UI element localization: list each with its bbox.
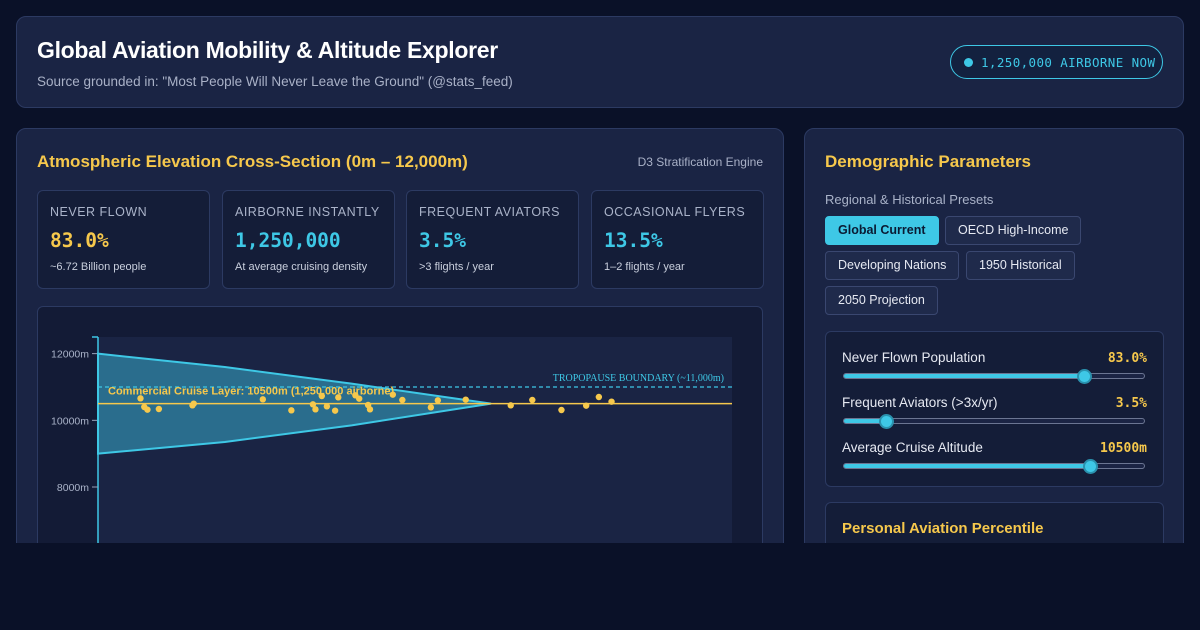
source-subtitle: Source grounded in: "Most People Will Ne… <box>37 74 513 89</box>
y-tick-label: 12000m <box>51 349 89 361</box>
demographic-panel-title: Demographic Parameters <box>825 152 1031 171</box>
aircraft-point <box>529 396 536 404</box>
aircraft-point <box>558 406 565 414</box>
slider-label: Never Flown Population <box>842 350 986 365</box>
percentile-title: Personal Aviation Percentile <box>842 520 1044 537</box>
slider-thumb[interactable] <box>1083 459 1098 474</box>
stat-card-label: AIRBORNE INSTANTLY <box>235 205 380 219</box>
stat-card-label: NEVER FLOWN <box>50 205 148 219</box>
airborne-status-text: 1,250,000 AIRBORNE NOW <box>981 54 1156 70</box>
slider-value: 83.0% <box>1107 351 1147 366</box>
stat-cards: NEVER FLOWN 83.0% ~6.72 Billion people A… <box>37 190 764 289</box>
aircraft-point <box>462 396 469 403</box>
stat-card-frequent: FREQUENT AVIATORS 3.5% >3 flights / year <box>406 190 579 289</box>
elevation-panel-title: Atmospheric Elevation Cross-Section (0m … <box>37 152 468 171</box>
never-flown-slider[interactable] <box>843 369 1145 384</box>
stat-card-label: FREQUENT AVIATORS <box>419 205 560 219</box>
live-indicator-icon <box>964 57 973 67</box>
aircraft-point <box>434 397 442 404</box>
stat-card-note: >3 flights / year <box>419 261 494 273</box>
stat-card-note: 1–2 flights / year <box>604 261 685 273</box>
aircraft-point <box>507 402 514 409</box>
aircraft-point <box>144 406 151 413</box>
presets-label: Regional & Historical Presets <box>825 192 994 207</box>
slider-label: Average Cruise Altitude <box>842 440 983 455</box>
preset-oecd-button[interactable]: OECD High-Income <box>945 216 1082 245</box>
demographic-panel: Demographic Parameters Regional & Histor… <box>804 128 1184 543</box>
slider-thumb[interactable] <box>1077 369 1092 384</box>
parameter-sliders: Never Flown Population 83.0% Frequent Av… <box>825 331 1164 487</box>
preset-global-current-button[interactable]: Global Current <box>825 216 939 245</box>
aircraft-point <box>399 396 406 404</box>
cruise-altitude-slider[interactable] <box>843 459 1145 474</box>
app-header: Global Aviation Mobility & Altitude Expl… <box>16 16 1184 108</box>
stat-card-never-flown: NEVER FLOWN 83.0% ~6.72 Billion people <box>37 190 210 289</box>
aircraft-point <box>582 402 590 409</box>
preset-developing-button[interactable]: Developing Nations <box>825 251 960 280</box>
stat-card-value: 13.5% <box>604 229 663 252</box>
slider-cruise-altitude: Average Cruise Altitude 10500m <box>842 440 1147 476</box>
slider-frequent-aviators: Frequent Aviators (>3x/yr) 3.5% <box>842 395 1147 431</box>
preset-2050-button[interactable]: 2050 Projection <box>825 286 938 315</box>
slider-value: 3.5% <box>1115 396 1147 411</box>
engine-label: D3 Stratification Engine <box>637 155 763 169</box>
tropopause-label: TROPOPAUSE BOUNDARY (~11,000m) <box>553 373 724 384</box>
aircraft-point <box>155 405 163 413</box>
altitude-chart: 12000m 10000m 8000m 6000m TROPOPAUSE BOUNDAR… <box>37 306 763 543</box>
aircraft-point <box>312 406 319 413</box>
aircraft-point <box>427 404 435 411</box>
slider-value: 10500m <box>1100 441 1147 456</box>
page-title: Global Aviation Mobility & Altitude Expl… <box>37 37 498 63</box>
cruise-layer-label: Commercial Cruise Layer: 10500m (1,250,0… <box>108 386 394 398</box>
slider-fill <box>844 464 1090 468</box>
preset-1950-button[interactable]: 1950 Historical <box>966 251 1075 280</box>
aircraft-point <box>366 406 374 413</box>
stat-card-airborne: AIRBORNE INSTANTLY 1,250,000 At average … <box>222 190 395 289</box>
stat-card-occasional: OCCASIONAL FLYERS 13.5% 1–2 flights / ye… <box>591 190 764 289</box>
stat-card-note: ~6.72 Billion people <box>50 261 147 273</box>
slider-thumb[interactable] <box>879 414 894 429</box>
slider-label: Frequent Aviators (>3x/yr) <box>842 395 998 410</box>
slider-never-flown: Never Flown Population 83.0% <box>842 350 1147 386</box>
aircraft-point <box>323 403 331 410</box>
stat-card-note: At average cruising density <box>235 261 368 273</box>
frequent-aviators-slider[interactable] <box>843 414 1145 429</box>
aircraft-point <box>190 400 197 407</box>
aircraft-point <box>288 407 295 414</box>
elevation-panel: Atmospheric Elevation Cross-Section (0m … <box>16 128 784 543</box>
stat-card-label: OCCASIONAL FLYERS <box>604 205 746 219</box>
aircraft-point <box>608 398 615 405</box>
aircraft-point <box>595 393 603 401</box>
stat-card-value: 3.5% <box>419 229 466 252</box>
altitude-chart-svg: 12000m10000m8000m6000mTROPOPAUSE BOUNDAR… <box>51 336 732 543</box>
y-tick-label: 8000m <box>57 482 89 494</box>
y-tick-label: 10000m <box>51 415 89 427</box>
stat-card-value: 83.0% <box>50 229 109 252</box>
aviation-percentile-card: Personal Aviation Percentile <box>825 502 1164 543</box>
app-viewport: Global Aviation Mobility & Altitude Expl… <box>0 0 1200 543</box>
stat-card-value: 1,250,000 <box>235 229 341 252</box>
airborne-status-badge: 1,250,000 AIRBORNE NOW <box>950 45 1163 79</box>
slider-fill <box>844 374 1084 378</box>
aircraft-point <box>331 407 339 414</box>
